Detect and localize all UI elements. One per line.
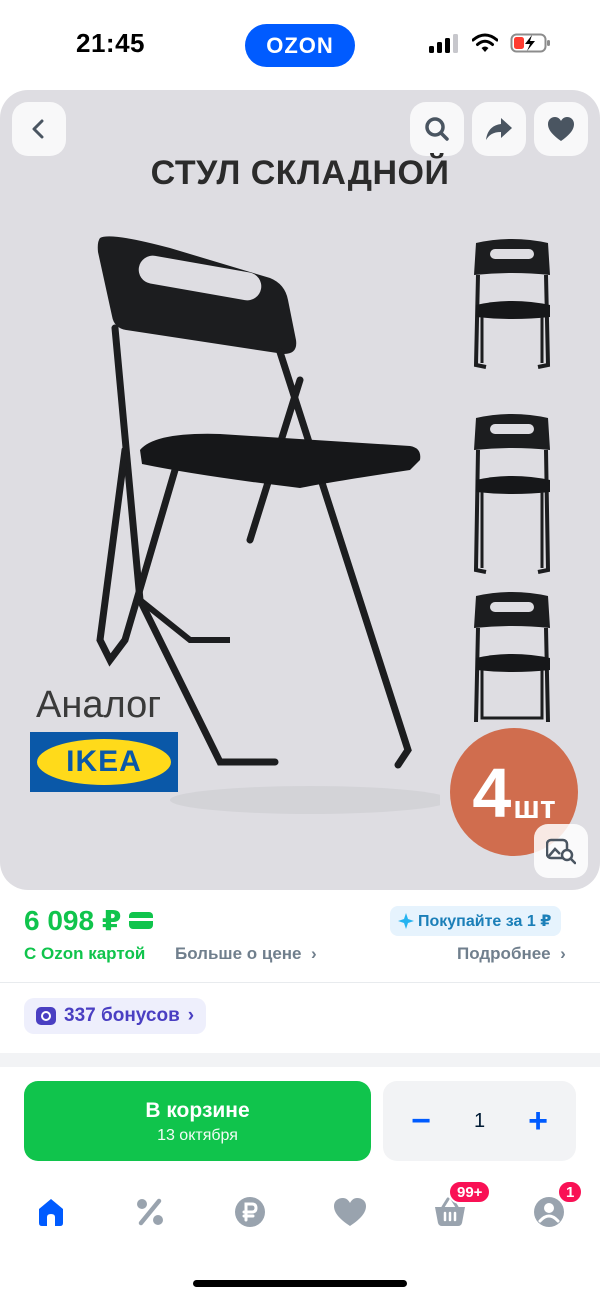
ozon-card-icon bbox=[129, 912, 154, 929]
chevron-right-icon: › bbox=[187, 1005, 195, 1026]
divider bbox=[0, 982, 600, 983]
section-separator bbox=[0, 1053, 600, 1067]
discount-icon bbox=[137, 1198, 163, 1226]
tab-bar: 99+ 1 bbox=[0, 1180, 600, 1244]
visual-search-icon bbox=[546, 838, 576, 865]
battery-icon bbox=[510, 33, 550, 53]
ozon-card-note: С Ozon картой bbox=[24, 944, 146, 963]
promo-text: Покупайте за 1 ₽ bbox=[418, 913, 552, 930]
chair-thumbnail-3 bbox=[474, 592, 550, 723]
profile-notification-badge: 1 bbox=[557, 1180, 584, 1204]
favorites-icon bbox=[334, 1198, 366, 1226]
promo-chip[interactable]: Покупайте за 1 ₽ bbox=[390, 906, 562, 936]
bonus-chip[interactable]: 337 бонусов › bbox=[24, 998, 207, 1034]
quantity-badge-number: 4 bbox=[472, 754, 512, 832]
quantity-value: 1 bbox=[473, 1109, 486, 1132]
chair-thumbnail-1 bbox=[473, 239, 551, 369]
status-time: 21:45 bbox=[76, 28, 145, 58]
tab-home[interactable] bbox=[31, 1192, 71, 1232]
decrease-button[interactable]: − bbox=[401, 1101, 441, 1141]
search-button[interactable] bbox=[410, 102, 464, 156]
sparkle-icon bbox=[398, 913, 414, 929]
price-more-label: Больше о цене bbox=[175, 944, 302, 963]
cart-count-badge: 99+ bbox=[448, 1180, 492, 1204]
in-cart-label: В корзине bbox=[145, 1099, 250, 1122]
search-icon bbox=[425, 117, 449, 141]
visual-search-button[interactable] bbox=[534, 824, 588, 878]
price: 6 098 ₽ bbox=[24, 904, 154, 937]
chair-thumbnail-2 bbox=[473, 414, 551, 574]
product-gallery[interactable]: СТУЛ СКЛАДНОЙ Аналог IKEA 4 шт bbox=[0, 90, 600, 890]
increase-button[interactable]: + bbox=[518, 1101, 558, 1141]
price-amount: 6 098 ₽ bbox=[24, 905, 122, 936]
back-button[interactable] bbox=[12, 102, 66, 156]
signal-icon bbox=[429, 34, 458, 53]
tab-discounts[interactable] bbox=[130, 1192, 170, 1232]
home-indicator bbox=[193, 1280, 407, 1287]
quantity-badge-unit: шт bbox=[513, 789, 556, 825]
price-more-link[interactable]: Больше о цене › bbox=[175, 944, 317, 964]
status-bar: 21:45 OZON bbox=[0, 0, 600, 90]
details-link[interactable]: Подробнее › bbox=[457, 944, 566, 964]
ikea-logo: IKEA bbox=[30, 732, 178, 792]
delivery-date: 13 октября bbox=[157, 1127, 238, 1144]
analog-label: Аналог bbox=[36, 684, 162, 726]
tab-finance[interactable] bbox=[230, 1192, 270, 1232]
wifi-icon bbox=[472, 33, 498, 52]
tab-favorites[interactable] bbox=[330, 1192, 370, 1232]
share-button[interactable] bbox=[472, 102, 526, 156]
chair-image bbox=[96, 236, 440, 814]
ruble-icon bbox=[235, 1197, 265, 1227]
details-label: Подробнее bbox=[457, 944, 551, 963]
back-icon bbox=[32, 119, 44, 139]
favorite-button[interactable] bbox=[534, 102, 588, 156]
chevron-right-icon: › bbox=[306, 944, 317, 963]
heart-icon bbox=[548, 117, 574, 141]
home-icon bbox=[39, 1199, 63, 1226]
bonus-text: 337 бонусов bbox=[64, 1005, 180, 1026]
status-icons bbox=[428, 32, 552, 54]
banner-title: СТУЛ СКЛАДНОЙ bbox=[150, 154, 450, 192]
in-cart-button[interactable]: В корзине 13 октября bbox=[24, 1081, 371, 1161]
bonus-icon bbox=[36, 1007, 56, 1025]
share-icon bbox=[486, 118, 512, 140]
quantity-stepper: − 1 + bbox=[383, 1081, 576, 1161]
ikea-logo-text: IKEA bbox=[66, 745, 142, 778]
chevron-right-icon: › bbox=[555, 944, 566, 963]
ozon-logo: OZON bbox=[245, 24, 355, 67]
